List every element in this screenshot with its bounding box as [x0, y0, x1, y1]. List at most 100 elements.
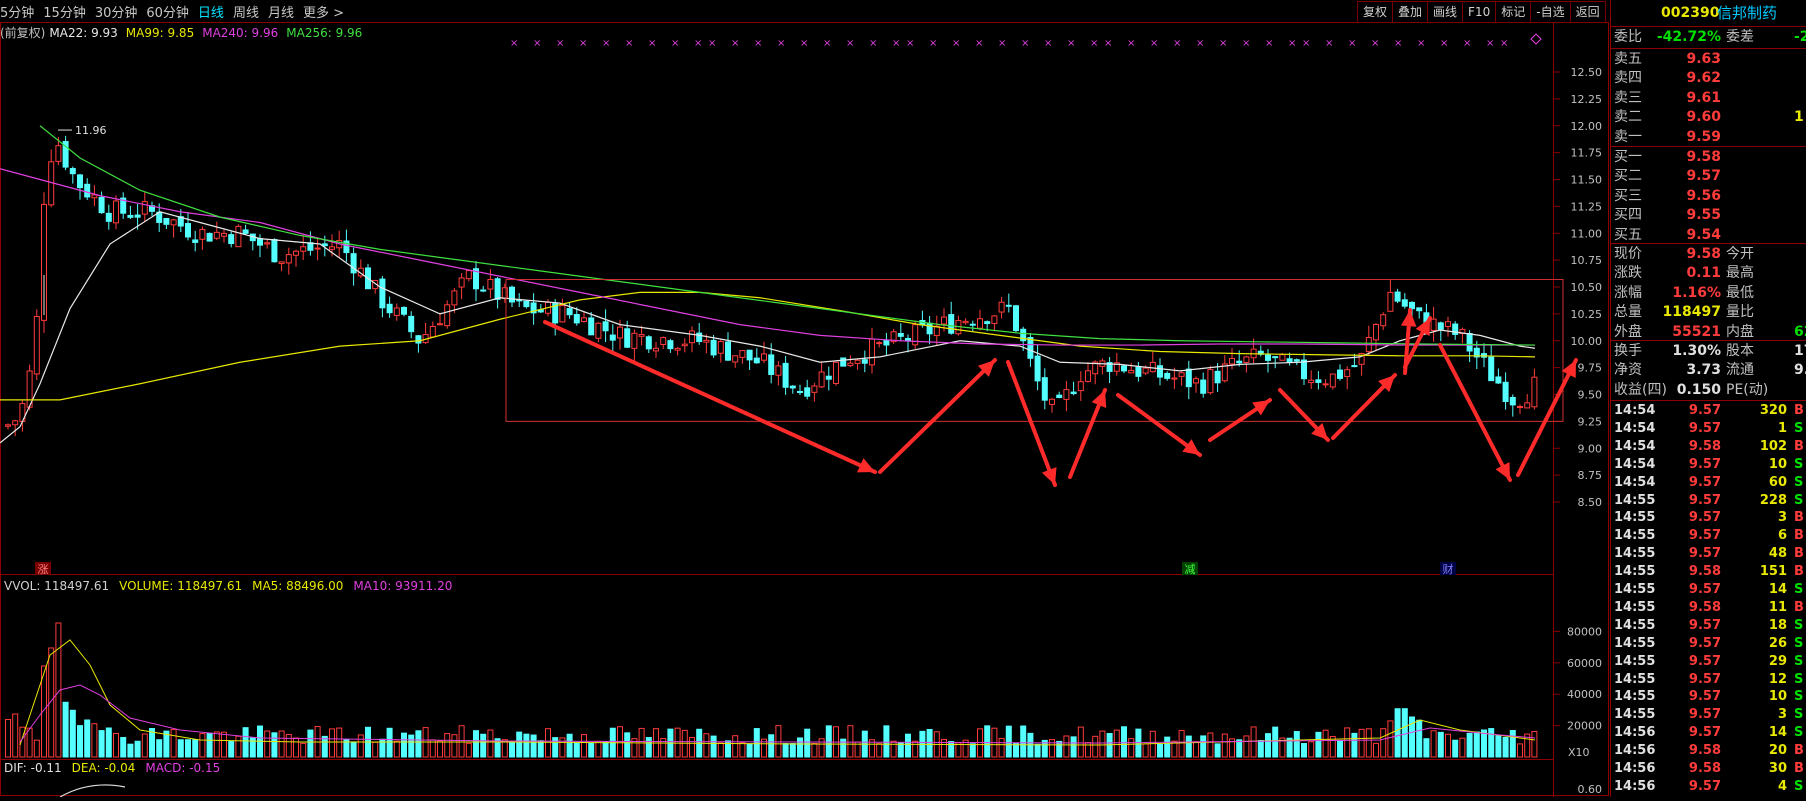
period-weekly[interactable]: 周线 — [233, 2, 259, 21]
ask-row: 卖三 9.61 — [1611, 89, 1806, 108]
candle-body — [854, 359, 861, 364]
volume-bar — [98, 730, 105, 758]
candle-body — [127, 214, 134, 218]
stat-value: 0.150 — [1676, 381, 1721, 398]
stat-row: 涨幅 1.16% 最低 — [1611, 284, 1806, 303]
candle-body — [257, 238, 263, 246]
event-marker: × — [731, 38, 739, 49]
tick-volume: 3 — [1777, 510, 1787, 526]
volume-bar — [1517, 743, 1523, 758]
volume-bar — [293, 737, 299, 758]
event-marker: × — [556, 38, 564, 49]
stat-label: 外盘 — [1614, 323, 1642, 340]
tick-volume: 60 — [1768, 474, 1787, 490]
high-price-label: 11.96 — [75, 124, 107, 137]
fuquan-button[interactable]: 复权 — [1357, 1, 1394, 23]
candle-body — [1149, 361, 1156, 373]
period-5min[interactable]: 5分钟 — [0, 2, 34, 21]
candle-body — [984, 321, 991, 325]
candle-body — [825, 375, 832, 380]
mark-button[interactable]: 标记 — [1495, 1, 1532, 23]
tick-price: 9.57 — [1688, 420, 1721, 436]
candle-body — [185, 223, 191, 238]
volume-bar — [1301, 743, 1307, 758]
candle-body — [991, 315, 998, 324]
period-daily[interactable]: 日线 — [198, 2, 224, 21]
candle-body — [811, 385, 818, 393]
bid-row: 买三 9.56 — [1611, 187, 1806, 206]
event-marker: × — [846, 38, 854, 49]
period-15min[interactable]: 15分钟 — [43, 2, 86, 21]
tick-time: 14:56 — [1614, 778, 1656, 794]
tick-price: 9.57 — [1688, 456, 1721, 472]
volume-bar — [969, 743, 976, 758]
volume-bar — [674, 727, 681, 758]
volume-bar — [1063, 735, 1070, 758]
period-60min[interactable]: 60分钟 — [146, 2, 189, 21]
event-marker: × — [602, 38, 610, 49]
back-button[interactable]: 返回 — [1569, 1, 1606, 23]
tick-row: 14:54 9.57 60 S — [1611, 474, 1806, 492]
candle-body — [869, 338, 875, 366]
event-marker: × — [929, 38, 937, 49]
candle-body — [1329, 373, 1336, 388]
candle-body — [429, 325, 436, 338]
volume-bar — [177, 739, 184, 758]
overlay-button[interactable]: 叠加 — [1392, 1, 1429, 23]
volume-bar — [811, 743, 818, 758]
volume-bar — [545, 728, 551, 758]
tick-price: 9.57 — [1688, 528, 1721, 544]
volume-bar — [1113, 729, 1120, 758]
volume-bar — [1121, 726, 1127, 758]
candle-body — [573, 314, 580, 324]
stock-code: 002390 — [1661, 5, 1720, 21]
candle-body — [566, 308, 573, 316]
tick-direction: B — [1794, 546, 1804, 562]
period-monthly[interactable]: 月线 — [268, 2, 294, 21]
candle-body — [494, 278, 501, 300]
kline-chart-area[interactable]: 12.50 12.25 12.00 11.75 11.50 11.25 11.00 10.75… — [0, 0, 1610, 798]
ma-legend: MA22: 9.93 — [49, 26, 117, 40]
candle-body — [768, 354, 775, 375]
level-label: 卖五 — [1614, 51, 1642, 67]
volume-bar — [1164, 736, 1171, 758]
volume-bar — [393, 740, 400, 758]
draw-line-button[interactable]: 画线 — [1427, 1, 1464, 23]
volume-bar — [329, 728, 335, 758]
candle-body — [977, 318, 983, 329]
candle-body — [221, 232, 227, 237]
level-label: 卖二 — [1614, 109, 1642, 126]
volume-bar — [1380, 728, 1387, 758]
volume-bar — [1207, 732, 1214, 758]
event-marker: × — [1090, 38, 1098, 49]
tick-time: 14:54 — [1614, 438, 1656, 454]
volume-bar — [26, 727, 33, 758]
tick-time: 14:54 — [1614, 420, 1656, 436]
tick-volume: 1 — [1777, 420, 1787, 436]
volume-bar — [1013, 743, 1019, 758]
f10-button[interactable]: F10 — [1462, 1, 1497, 23]
tick-price: 9.57 — [1688, 474, 1721, 490]
period-30min[interactable]: 30分钟 — [95, 2, 138, 21]
remove-watchlist-button[interactable]: -自选 — [1530, 1, 1571, 23]
chart-canvas[interactable]: 12.50 12.25 12.00 11.75 11.50 11.25 11.00 10.75… — [0, 0, 1610, 798]
volume-bar — [206, 732, 213, 758]
tick-direction: B — [1794, 438, 1804, 454]
price-axis-label: 10.50 — [1571, 281, 1603, 294]
event-marker: × — [1173, 38, 1181, 49]
candle-body — [1524, 402, 1531, 409]
volume-bar — [876, 743, 883, 758]
candle-body — [386, 303, 393, 314]
candle-body — [1495, 376, 1502, 384]
volume-bar — [1200, 735, 1207, 758]
tick-direction: S — [1794, 778, 1804, 794]
tick-volume: 48 — [1768, 546, 1787, 562]
macd-axis-label: 0.60 — [1578, 783, 1603, 796]
candle-body — [1041, 377, 1048, 401]
volume-bar — [825, 725, 832, 758]
price-axis-label: 9.00 — [1578, 442, 1603, 455]
volume-bar — [595, 740, 602, 758]
candle-body — [876, 342, 883, 345]
period-more[interactable]: 更多 > — [303, 2, 344, 21]
tick-time: 14:55 — [1614, 617, 1656, 633]
